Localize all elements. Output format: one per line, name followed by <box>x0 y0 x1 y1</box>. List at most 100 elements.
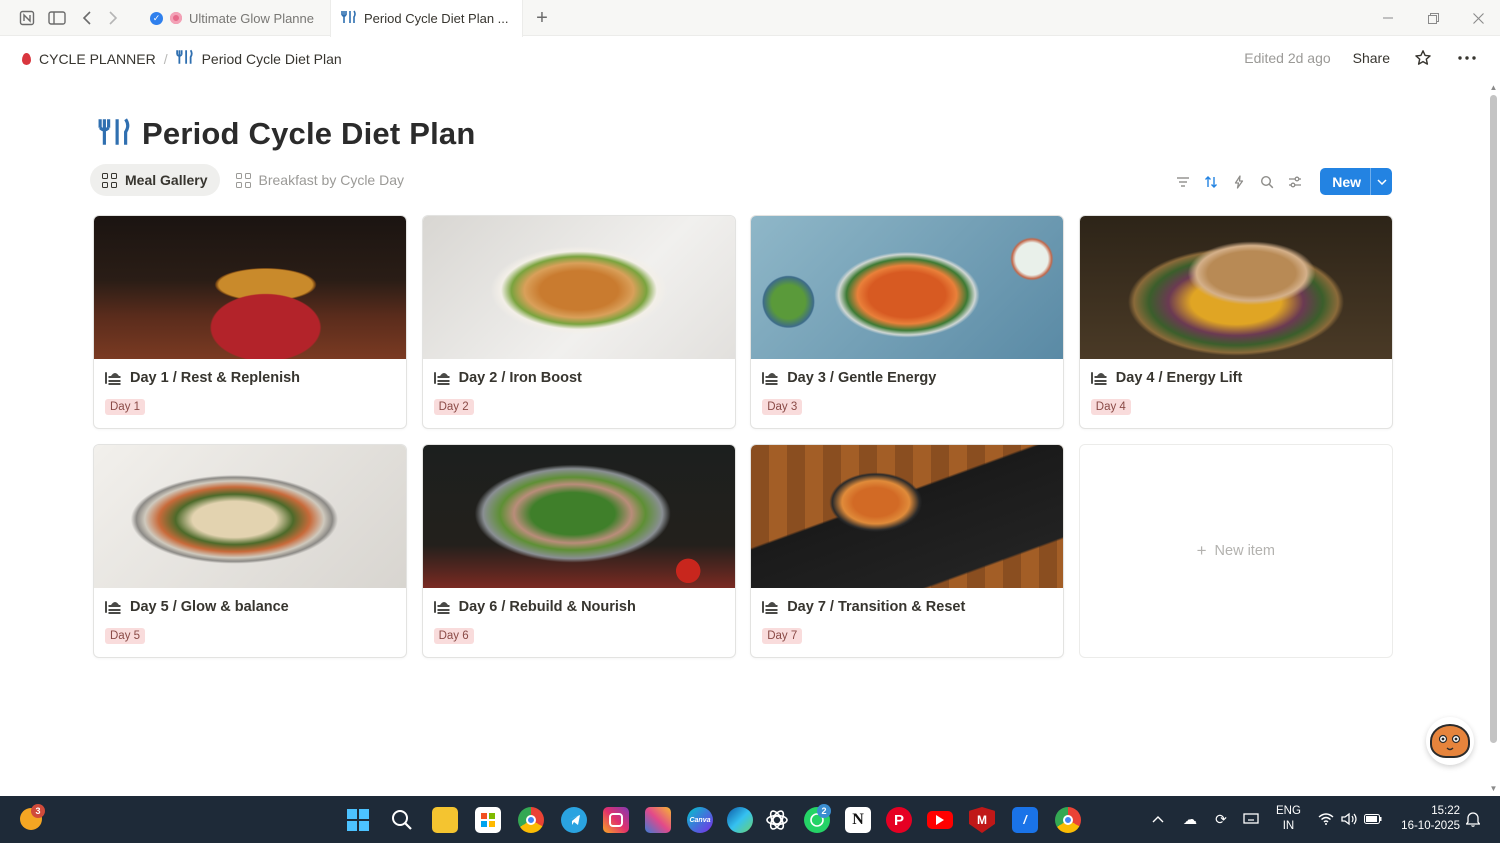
whatsapp-notification-badge: 2 <box>817 804 831 818</box>
edge-icon[interactable] <box>727 807 753 833</box>
onedrive-cloud-icon[interactable]: ☁ <box>1180 809 1200 829</box>
copilot-icon[interactable] <box>645 807 671 833</box>
sort-icon[interactable] <box>1202 170 1220 194</box>
windows-start-icon[interactable] <box>345 807 371 833</box>
new-item-label: New item <box>1214 543 1275 559</box>
page-title[interactable]: Period Cycle Diet Plan <box>142 116 475 152</box>
meal-icon <box>761 599 779 615</box>
view-label: Meal Gallery <box>125 172 208 188</box>
weather-notification-badge: 3 <box>31 804 45 818</box>
chrome-icon[interactable] <box>518 807 544 833</box>
telegram-icon[interactable] <box>561 807 587 833</box>
back-arrow-icon[interactable] <box>78 9 96 27</box>
chevron-up-icon[interactable] <box>1148 809 1168 829</box>
filter-icon[interactable] <box>1174 170 1192 194</box>
card-title: Day 5 / Glow & balance <box>104 599 289 615</box>
meal-icon <box>1090 370 1108 386</box>
sync-icon[interactable]: ⟳ <box>1211 809 1231 829</box>
meal-gallery: Day 1 / Rest & Replenish Day 1 Day 2 / I… <box>93 215 1393 658</box>
card-title-text: Day 1 / Rest & Replenish <box>130 370 301 386</box>
scrollbar-thumb[interactable] <box>1490 95 1497 743</box>
tab-label: Period Cycle Diet Plan ... <box>364 11 509 26</box>
clock[interactable]: 15:22 16-10-2025 <box>1396 804 1460 834</box>
gallery-card[interactable]: Day 2 / Iron Boost Day 2 <box>421 215 736 429</box>
notification-bell-icon[interactable] <box>1463 809 1483 829</box>
card-cover-image <box>422 216 735 359</box>
scroll-up-arrow-icon[interactable]: ▲ <box>1489 84 1498 92</box>
close-icon[interactable] <box>1466 6 1490 30</box>
microsoft-store-icon[interactable] <box>475 807 501 833</box>
new-tab-plus-icon[interactable]: + <box>533 7 551 29</box>
language-label: ENG <box>1276 805 1301 817</box>
meal-icon <box>104 599 122 615</box>
restore-icon[interactable] <box>1421 6 1445 30</box>
fork-knife-icon <box>98 117 132 152</box>
language-indicator[interactable]: ENG IN <box>1276 804 1301 834</box>
gallery-card[interactable]: Day 4 / Energy Lift Day 4 <box>1078 215 1393 429</box>
search-icon[interactable] <box>389 807 415 833</box>
automation-bolt-icon[interactable] <box>1230 170 1248 194</box>
ai-assistant-button[interactable] <box>1426 717 1474 765</box>
display-icon[interactable] <box>1241 809 1261 829</box>
plus-icon: + <box>1196 541 1207 560</box>
day-tag: Day 1 <box>105 399 146 415</box>
battery-icon[interactable] <box>1363 809 1383 829</box>
day-tag: Day 3 <box>762 399 803 415</box>
canva-icon[interactable]: Canva <box>687 807 713 833</box>
card-title: Day 3 / Gentle Energy <box>761 370 936 386</box>
breadcrumb-root[interactable]: CYCLE PLANNER <box>39 51 156 67</box>
assistant-face-icon <box>1430 724 1470 758</box>
new-button[interactable]: New <box>1320 168 1392 195</box>
tab-meal-gallery[interactable]: Meal Gallery <box>90 164 220 196</box>
chevron-down-icon[interactable] <box>1370 168 1392 195</box>
card-title: Day 6 / Rebuild & Nourish <box>433 599 636 615</box>
volume-icon[interactable] <box>1339 809 1359 829</box>
star-icon[interactable] <box>1412 47 1434 69</box>
breadcrumb-separator: / <box>163 50 168 67</box>
card-title-text: Day 5 / Glow & balance <box>130 599 289 615</box>
file-explorer-icon[interactable] <box>432 807 458 833</box>
scroll-down-arrow-icon[interactable]: ▼ <box>1489 785 1498 793</box>
tab-period-cycle-diet-plan[interactable]: Period Cycle Diet Plan ... <box>330 0 523 37</box>
pen-app-icon[interactable]: / <box>1012 807 1038 833</box>
gallery-card[interactable]: Day 3 / Gentle Energy Day 3 <box>750 215 1065 429</box>
card-title-text: Day 2 / Iron Boost <box>458 370 582 386</box>
chatgpt-icon[interactable] <box>764 807 790 833</box>
instagram-icon[interactable] <box>603 807 629 833</box>
view-label: Breakfast by Cycle Day <box>258 172 405 188</box>
notion-icon[interactable]: N <box>845 807 871 833</box>
date: 16-10-2025 <box>1401 820 1460 832</box>
minimize-icon[interactable] <box>1376 6 1400 30</box>
wifi-icon[interactable] <box>1316 809 1336 829</box>
page-title-row: Period Cycle Diet Plan <box>98 116 475 152</box>
search-icon[interactable] <box>1258 170 1276 194</box>
gallery-card[interactable]: Day 1 / Rest & Replenish Day 1 <box>93 215 407 429</box>
chrome-profile-icon[interactable] <box>1055 807 1081 833</box>
more-options-icon[interactable] <box>1456 47 1478 69</box>
notion-app-icon[interactable] <box>18 9 36 27</box>
youtube-icon[interactable] <box>927 811 953 829</box>
tab-ultimate-glow-planner[interactable]: ✓ Ultimate Glow Planne <box>140 0 330 36</box>
forward-arrow-icon[interactable] <box>104 9 122 27</box>
card-cover-image <box>422 445 735 588</box>
pinterest-icon[interactable]: P <box>886 807 912 833</box>
checkmark-icon: ✓ <box>150 11 163 25</box>
day-tag: Day 4 <box>1090 399 1131 415</box>
window-titlebar: ✓ Ultimate Glow Planne Period Cycle Diet… <box>0 0 1500 37</box>
tab-breakfast-by-cycle-day[interactable]: Breakfast by Cycle Day <box>224 164 417 196</box>
share-button[interactable]: Share <box>1353 50 1390 66</box>
gallery-card[interactable]: Day 5 / Glow & balance Day 5 <box>93 444 407 658</box>
day-tag: Day 5 <box>105 628 146 644</box>
card-title-text: Day 6 / Rebuild & Nourish <box>458 599 636 615</box>
new-item-card[interactable]: + New item <box>1078 444 1393 658</box>
card-cover-image <box>751 216 1064 359</box>
gallery-card[interactable]: Day 6 / Rebuild & Nourish Day 6 <box>421 444 736 658</box>
settings-sliders-icon[interactable] <box>1286 170 1304 194</box>
sidebar-toggle-icon[interactable] <box>47 9 67 27</box>
breadcrumb-current[interactable]: Period Cycle Diet Plan <box>202 51 342 67</box>
gallery-card[interactable]: Day 7 / Transition & Reset Day 7 <box>750 444 1065 658</box>
gallery-icon <box>235 172 251 188</box>
windows-taskbar: 3 Canva 2 N P M / ☁ ⟳ ENG IN 15:22 16-10… <box>0 796 1500 843</box>
mcafee-icon[interactable]: M <box>969 807 995 833</box>
meal-icon <box>433 599 451 615</box>
